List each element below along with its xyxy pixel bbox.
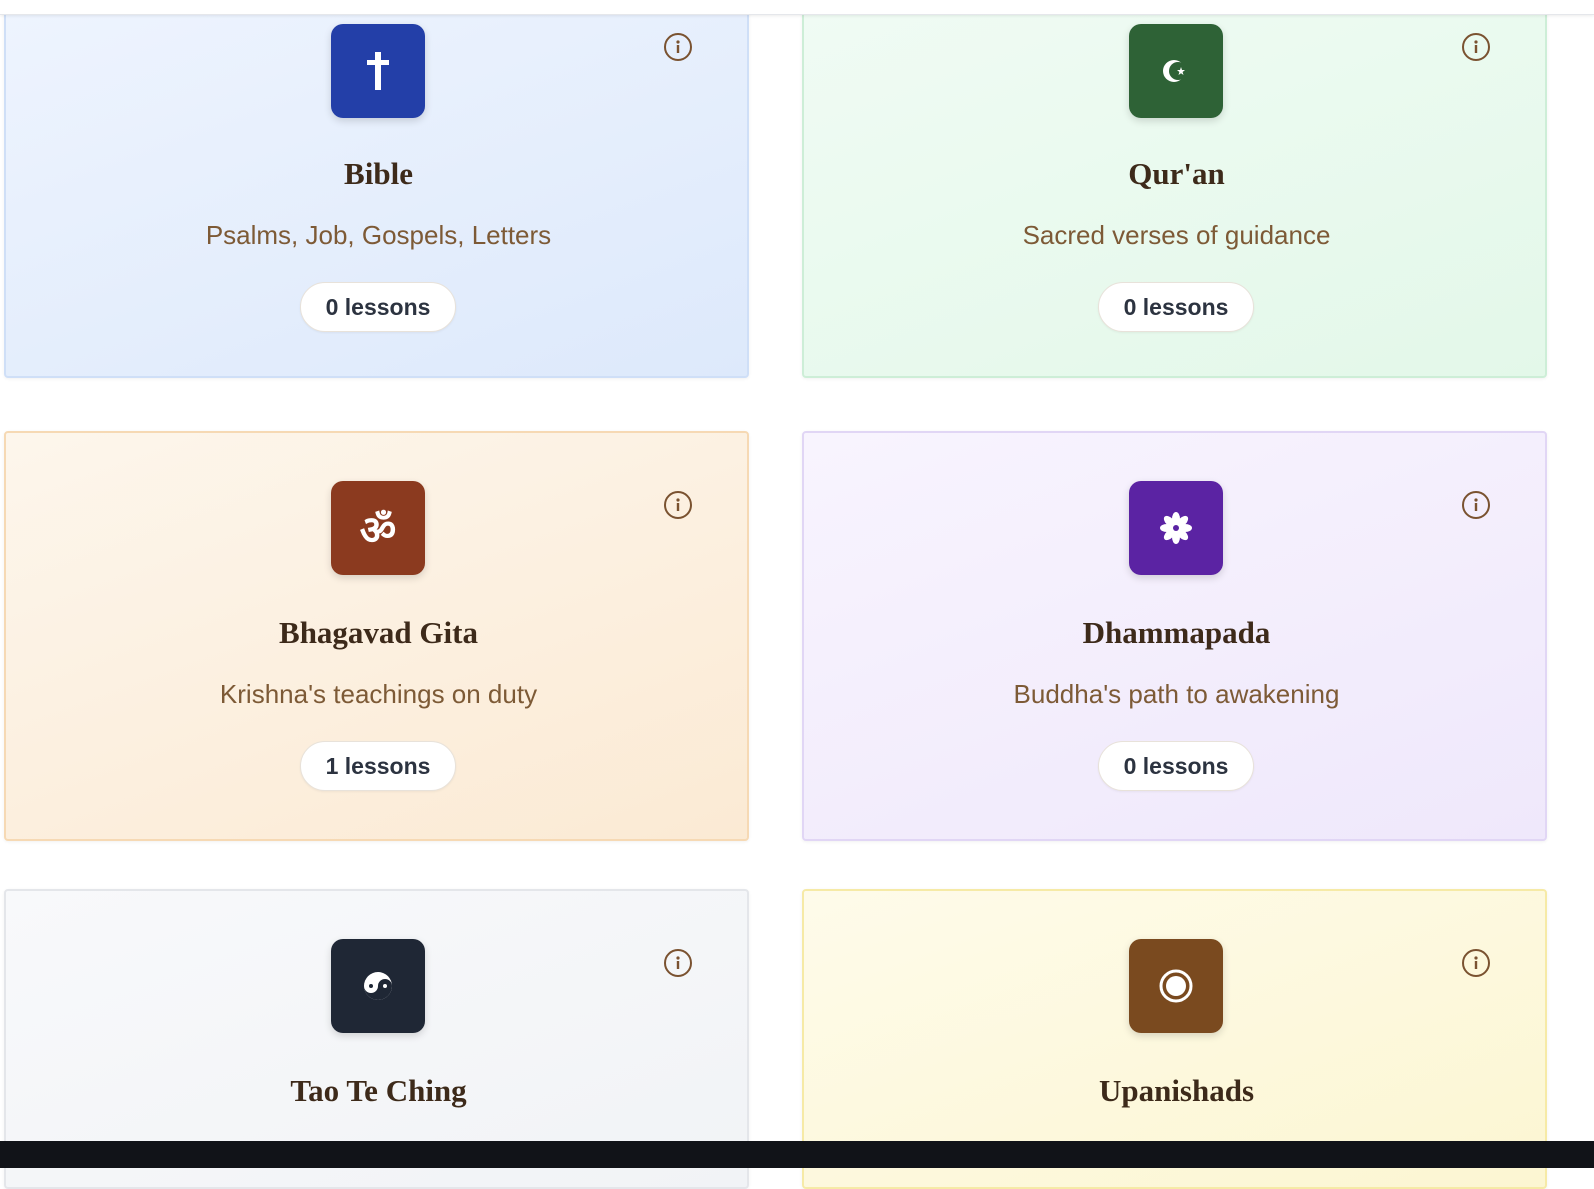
- card-title: Bhagavad Gita: [279, 615, 478, 650]
- lessons-count-badge: 0 lessons: [1098, 282, 1254, 332]
- yin-yang-icon: [331, 939, 425, 1033]
- top-header-edge: [0, 0, 1594, 15]
- card-subtitle: Krishna's teachings on duty: [219, 679, 538, 709]
- card-title: Bible: [344, 156, 413, 191]
- info-icon[interactable]: [1462, 949, 1490, 977]
- scripture-card-quran[interactable]: Qur'an Sacred verses of guidance 0 lesso…: [802, 0, 1547, 378]
- info-icon[interactable]: [1462, 33, 1490, 61]
- lessons-count-badge: 1 lessons: [300, 741, 456, 791]
- scripture-card-bhagavad-gita[interactable]: ॐ Bhagavad Gita Krishna's teachings on d…: [4, 431, 749, 841]
- info-icon[interactable]: [1462, 491, 1490, 519]
- card-title: Tao Te Ching: [290, 1073, 467, 1108]
- lessons-count-badge: 0 lessons: [300, 282, 456, 332]
- card-title: Upanishads: [1098, 1073, 1255, 1108]
- crescent-star-icon: [1129, 24, 1223, 118]
- circle-dot-icon: [1129, 939, 1223, 1033]
- scripture-card-dhammapada[interactable]: Dhammapada Buddha's path to awakening 0 …: [802, 431, 1547, 841]
- card-title: Qur'an: [1128, 156, 1225, 191]
- info-icon[interactable]: [664, 33, 692, 61]
- cross-icon: [331, 24, 425, 118]
- lessons-count-badge: 0 lessons: [1098, 741, 1254, 791]
- card-title: Dhammapada: [1082, 615, 1271, 650]
- card-subtitle: Psalms, Job, Gospels, Letters: [205, 220, 552, 250]
- card-subtitle: Sacred verses of guidance: [1022, 220, 1331, 250]
- card-subtitle: Buddha's path to awakening: [1013, 679, 1340, 709]
- dharma-flower-icon: [1129, 481, 1223, 575]
- scripture-card-bible[interactable]: Bible Psalms, Job, Gospels, Letters 0 le…: [4, 0, 749, 378]
- info-icon[interactable]: [664, 949, 692, 977]
- bottom-dark-bar: [0, 1141, 1594, 1168]
- info-icon[interactable]: [664, 491, 692, 519]
- om-icon: ॐ: [331, 481, 425, 575]
